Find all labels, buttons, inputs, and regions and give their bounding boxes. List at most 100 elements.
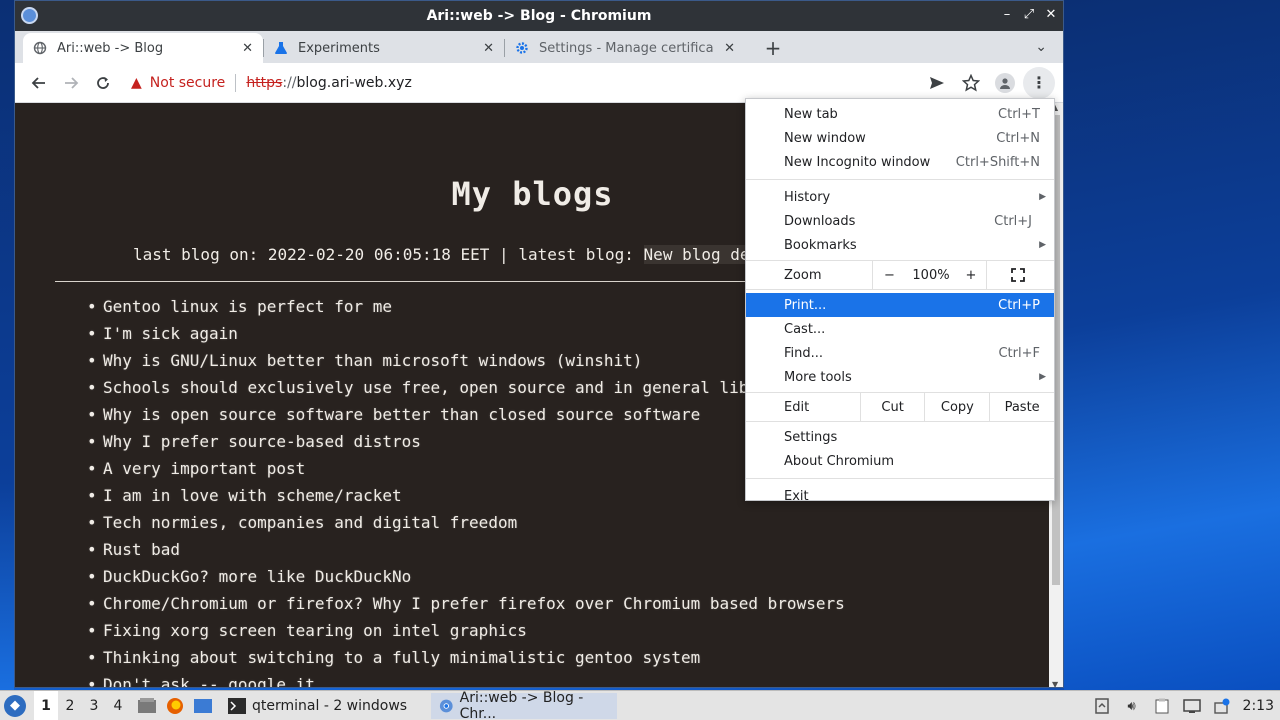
tab-label: Ari::web -> Blog [57, 40, 164, 56]
blog-list: Gentoo linux is perfect for me I'm sick … [87, 297, 845, 687]
menu-item-bookmarks[interactable]: Bookmarks ▶ [746, 233, 1054, 257]
zoom-controls: − 100% + [872, 261, 1048, 289]
start-menu-icon[interactable]: ◆ [4, 694, 26, 717]
clipboard-icon[interactable] [1153, 697, 1171, 715]
menu-item-history[interactable]: History ▶ [746, 185, 1054, 209]
latest-blog-link[interactable]: New blog de [643, 245, 750, 264]
close-icon[interactable]: ✕ [483, 41, 494, 56]
paste-button[interactable]: Paste [989, 393, 1054, 421]
desktop-icon[interactable] [192, 696, 214, 716]
workspace-2[interactable]: 2 [58, 691, 82, 720]
chromium-icon [440, 699, 453, 712]
tray-app-icon[interactable] [1093, 697, 1111, 715]
scroll-down-icon[interactable]: ▼ [1052, 680, 1058, 687]
task-label: Ari::web -> Blog - Chr... [459, 689, 584, 720]
fullscreen-button[interactable] [986, 261, 1048, 289]
menu-item-cast[interactable]: Cast... [746, 317, 1054, 341]
clock: 2:13 [1242, 698, 1274, 714]
menu-item-new-window[interactable]: New window Ctrl+N [746, 126, 1054, 150]
flask-icon [274, 41, 288, 55]
menu-item-more-tools[interactable]: More tools ▶ [746, 365, 1054, 389]
menu-item-edit: Edit Cut Copy Paste [746, 393, 1054, 421]
list-item[interactable]: DuckDuckGo? more like DuckDuckNo [87, 567, 845, 594]
terminal-icon [228, 697, 246, 714]
tab-strip: Ari::web -> Blog ✕ Experiments ✕ Setting… [15, 31, 1063, 63]
zoom-in-button[interactable]: + [956, 261, 986, 289]
tab-blog[interactable]: Ari::web -> Blog ✕ [23, 33, 263, 63]
workspace-1[interactable]: 1 [34, 690, 58, 720]
menu-item-new-incognito[interactable]: New Incognito window Ctrl+Shift+N [746, 150, 1054, 174]
menu-item-exit[interactable]: Exit [746, 484, 1054, 508]
list-item[interactable]: Don't ask -- google it [87, 675, 845, 687]
menu-separator [746, 421, 1054, 422]
close-icon[interactable]: ✕ [1045, 7, 1057, 22]
list-item[interactable]: Rust bad [87, 540, 845, 567]
menu-item-find[interactable]: Find... Ctrl+F [746, 341, 1054, 365]
zoom-out-button[interactable]: − [872, 261, 906, 289]
list-item[interactable]: I'm sick again [87, 324, 845, 351]
list-item[interactable]: Tech normies, companies and digital free… [87, 513, 845, 540]
url-separator: :// [282, 74, 297, 91]
main-menu-button[interactable]: ⋮ [1023, 66, 1055, 99]
cut-button[interactable]: Cut [859, 393, 925, 421]
warning-icon[interactable]: ▲ [131, 75, 142, 91]
avatar-icon [995, 72, 1015, 93]
title-bar[interactable]: Ari::web -> Blog - Chromium – ⤢ ✕ [15, 1, 1063, 31]
list-item[interactable]: Why is GNU/Linux better than microsoft w… [87, 351, 845, 378]
close-icon[interactable]: ✕ [242, 41, 253, 56]
list-item[interactable]: Fixing xorg screen tearing on intel grap… [87, 621, 845, 648]
new-tab-button[interactable]: + [759, 34, 787, 62]
tab-label: Experiments [298, 40, 380, 56]
list-item[interactable]: Why is open source software better than … [87, 405, 845, 432]
taskbar: ◆ 1 2 3 4 qterminal - 2 windows Ari::web… [0, 690, 1280, 720]
submenu-arrow-icon: ▶ [1039, 372, 1046, 382]
maximize-icon[interactable]: ⤢ [1023, 7, 1035, 22]
menu-item-about[interactable]: About Chromium [746, 449, 1054, 473]
tab-experiments[interactable]: Experiments ✕ [264, 33, 504, 63]
address-bar[interactable]: ▲ Not secure https://blog.ari-web.xyz [119, 69, 921, 97]
taskbar-task-qterminal[interactable]: qterminal - 2 windows [220, 693, 415, 719]
list-item[interactable]: I am in love with scheme/racket [87, 486, 845, 513]
update-notifier-icon[interactable] [1213, 697, 1231, 715]
list-item[interactable]: Gentoo linux is perfect for me [87, 297, 845, 324]
bookmark-star-button[interactable] [955, 67, 987, 99]
list-item[interactable]: A very important post [87, 459, 845, 486]
workspace-4[interactable]: 4 [106, 691, 130, 720]
menu-item-settings[interactable]: Settings [746, 425, 1054, 449]
copy-button[interactable]: Copy [924, 393, 989, 421]
chevron-down-icon[interactable]: ⌄ [1035, 39, 1047, 55]
list-item[interactable]: Chrome/Chromium or firefox? Why I prefer… [87, 594, 845, 621]
workspace-3[interactable]: 3 [82, 691, 106, 720]
gear-icon [515, 41, 529, 55]
fullscreen-icon [1010, 268, 1025, 282]
minimize-icon[interactable]: – [1001, 7, 1013, 22]
network-icon[interactable] [1182, 697, 1201, 715]
browser-toolbar: ▲ Not secure https://blog.ari-web.xyz ⋮ [15, 63, 1063, 103]
profile-button[interactable] [989, 67, 1021, 99]
back-button[interactable] [23, 67, 55, 99]
taskbar-task-chromium[interactable]: Ari::web -> Blog - Chr... [431, 689, 618, 720]
globe-icon [33, 41, 47, 55]
desktop-background [1064, 0, 1280, 690]
zoom-level: 100% [912, 267, 950, 283]
file-manager-icon[interactable] [136, 696, 158, 716]
menu-item-print[interactable]: Print... Ctrl+P [746, 293, 1054, 317]
security-status[interactable]: Not secure [150, 75, 226, 91]
send-tab-button[interactable] [921, 67, 953, 99]
reload-button[interactable] [87, 67, 119, 99]
tab-settings[interactable]: Settings - Manage certifica ✕ [505, 33, 745, 63]
submenu-arrow-icon: ▶ [1039, 192, 1046, 202]
url-host: blog.ari-web.xyz [296, 74, 412, 91]
list-item[interactable]: Schools should exclusively use free, ope… [87, 378, 845, 405]
divider [235, 73, 237, 92]
list-item[interactable]: Why I prefer source-based distros [87, 432, 845, 459]
close-icon[interactable]: ✕ [724, 41, 735, 56]
firefox-icon[interactable] [164, 696, 186, 716]
menu-item-new-tab[interactable]: New tab Ctrl+T [746, 102, 1054, 126]
menu-item-downloads[interactable]: Downloads Ctrl+J [746, 209, 1054, 233]
volume-icon[interactable]: 🔊︎ [1123, 697, 1141, 715]
chromium-icon[interactable] [21, 7, 38, 24]
list-item[interactable]: Thinking about switching to a fully mini… [87, 648, 845, 675]
forward-button[interactable] [55, 67, 87, 99]
menu-item-zoom: Zoom − 100% + [746, 261, 1054, 289]
